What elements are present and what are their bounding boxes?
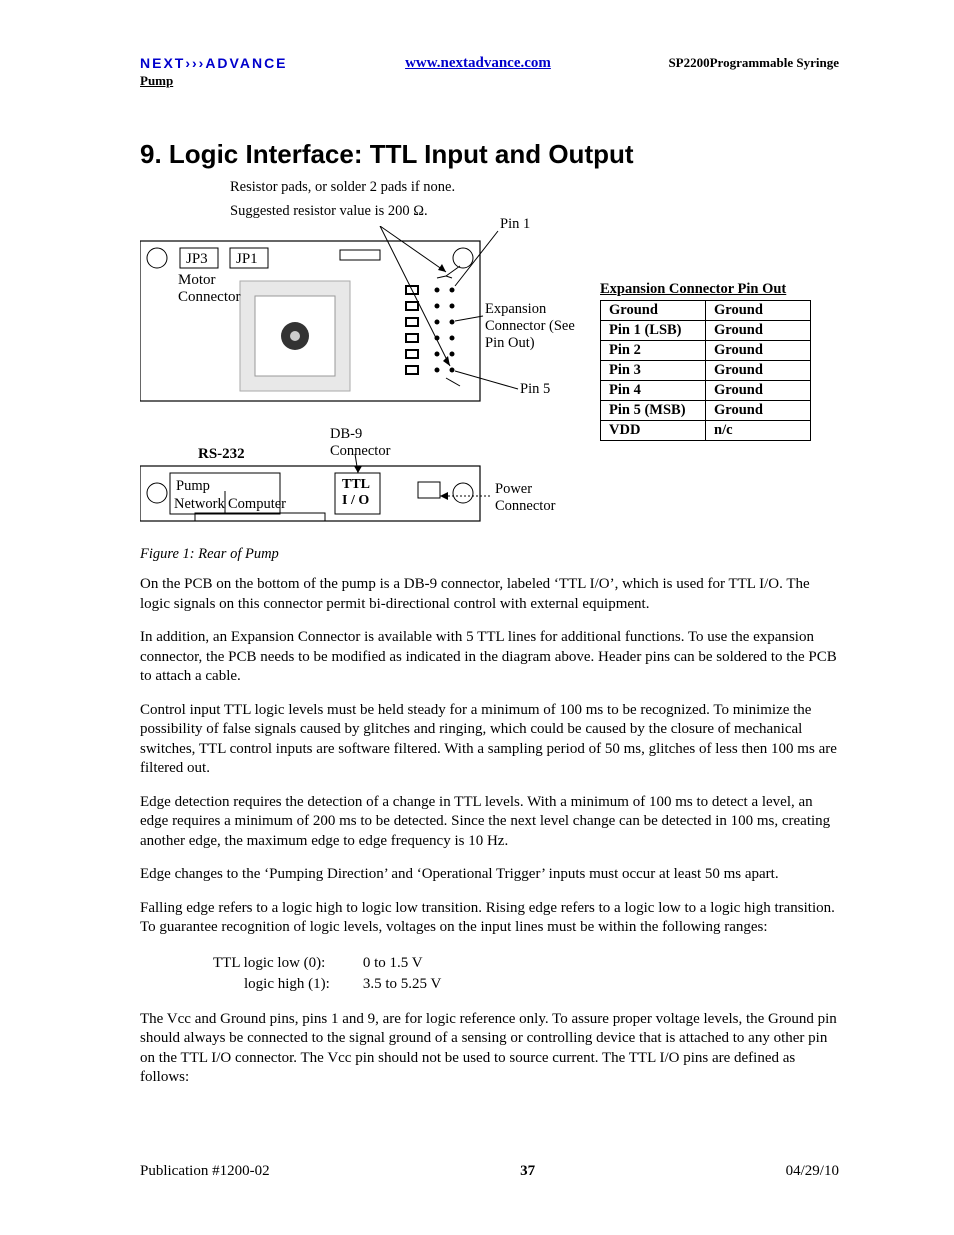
svg-text:I / O: I / O [342, 493, 369, 508]
footer-date: 04/29/10 [786, 1163, 839, 1180]
resistor-note-2: Suggested resistor value is 200 Ω. [230, 202, 839, 220]
table-row: Pin 5 (MSB)Ground [601, 401, 811, 421]
svg-text:Connector: Connector [178, 289, 240, 305]
svg-text:JP3: JP3 [186, 251, 208, 267]
logic-low-label: TTL logic low (0): [212, 954, 360, 973]
para-1: On the PCB on the bottom of the pump is … [140, 575, 839, 614]
header-sub: Pump [140, 73, 288, 89]
logic-levels-table: TTL logic low (0): 0 to 1.5 V logic high… [210, 952, 473, 996]
table-row: Pin 3Ground [601, 361, 811, 381]
para-3: Control input TTL logic levels must be h… [140, 701, 839, 779]
table-row: Pin 1 (LSB)Ground [601, 321, 811, 341]
svg-text:JP1: JP1 [236, 251, 258, 267]
para-7: The Vcc and Ground pins, pins 1 and 9, a… [140, 1010, 839, 1088]
table-row: GroundGround [601, 301, 811, 321]
section-number: 9. [140, 139, 162, 169]
svg-text:Network: Network [174, 496, 225, 512]
table-row: Pin 4Ground [601, 381, 811, 401]
rear-of-pump-svg: JP3 JP1 Motor Connector RS-232 TTL I / O… [140, 226, 600, 526]
logic-high-value: 3.5 to 5.25 V [362, 975, 471, 994]
section-heading: 9. Logic Interface: TTL Input and Output [140, 139, 839, 170]
para-2: In addition, an Expansion Connector is a… [140, 628, 839, 687]
page-header: NEXT›››ADVANCE Pump www.nextadvance.com … [140, 55, 839, 89]
para-5: Edge changes to the ‘Pumping Direction’ … [140, 865, 839, 885]
para-6: Falling edge refers to a logic high to l… [140, 899, 839, 938]
para-4: Edge detection requires the detection of… [140, 793, 839, 852]
website-link[interactable]: www.nextadvance.com [405, 55, 551, 72]
svg-text:Motor: Motor [178, 272, 216, 288]
pinout-table-block: Expansion Connector Pin Out GroundGround… [600, 281, 811, 441]
page-number: 37 [520, 1163, 535, 1180]
table-row: VDDn/c [601, 421, 811, 441]
model-label: SP2200Programmable Syringe [668, 55, 839, 71]
svg-text:TTL: TTL [342, 477, 370, 492]
publication-id: Publication #1200-02 [140, 1163, 270, 1180]
pinout-table: GroundGround Pin 1 (LSB)Ground Pin 2Grou… [600, 300, 811, 441]
logic-low-value: 0 to 1.5 V [362, 954, 471, 973]
table-row: Pin 2Ground [601, 341, 811, 361]
expansion-pins-icon [406, 266, 460, 386]
svg-text:Pump: Pump [176, 478, 210, 494]
figure-diagram: Expansion Connector Pin Out GroundGround… [140, 226, 839, 526]
page-footer: Publication #1200-02 37 04/29/10 [140, 1163, 839, 1180]
svg-text:Computer: Computer [228, 496, 286, 512]
svg-text:RS-232: RS-232 [198, 446, 245, 462]
logic-high-label: logic high (1): [212, 975, 360, 994]
resistor-note-1: Resistor pads, or solder 2 pads if none. [230, 178, 839, 196]
section-title: Logic Interface: TTL Input and Output [169, 139, 634, 169]
figure-caption: Figure 1: Rear of Pump [140, 546, 839, 563]
pinout-title: Expansion Connector Pin Out [600, 281, 811, 298]
brand-logo: NEXT›››ADVANCE [140, 55, 288, 71]
